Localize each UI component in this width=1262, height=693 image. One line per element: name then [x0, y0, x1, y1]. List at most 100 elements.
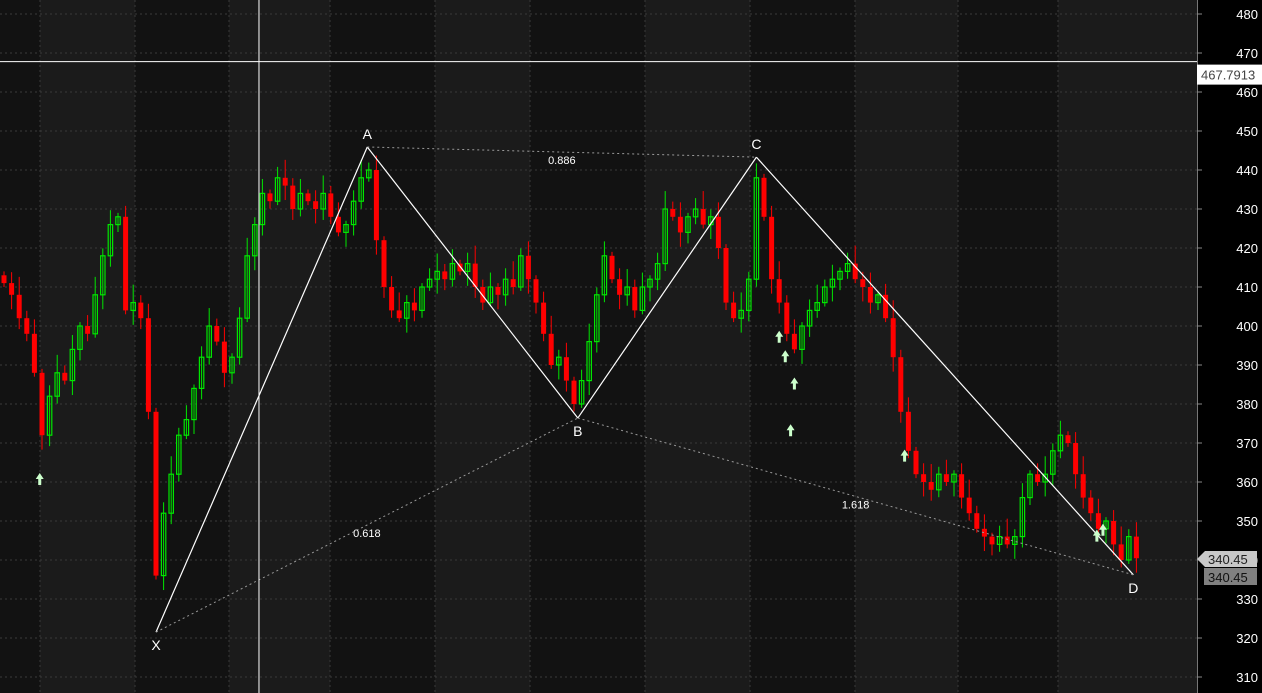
ratio-label: 1.618	[842, 499, 870, 511]
y-tick-label: 380	[1236, 397, 1258, 412]
background-band	[229, 0, 330, 693]
candle-body-down	[335, 216, 341, 233]
candle-body-down	[510, 279, 516, 287]
candlestick-chart[interactable]: 480 470 460 450 440 430 420 410 400 390 380 370 360 3…	[0, 0, 1262, 693]
candle-body-down	[373, 170, 379, 241]
candle-body-down	[305, 193, 311, 202]
candle-body-down	[548, 333, 554, 365]
candle-body-down	[1035, 474, 1041, 482]
candle-body-down	[1004, 536, 1010, 545]
y-tick-label: 420	[1236, 241, 1258, 256]
background-band	[435, 0, 530, 693]
pattern-point-label: A	[363, 126, 373, 142]
candle-body-down	[411, 302, 417, 311]
background-band	[855, 0, 958, 693]
candle-body-down	[974, 513, 980, 529]
candle-body-down	[9, 283, 15, 295]
candle-body-down	[495, 287, 501, 295]
candle-body-down	[617, 279, 623, 295]
candle-body-down	[776, 279, 782, 303]
candle-body-down	[890, 318, 896, 358]
candle-body-down	[290, 185, 296, 209]
pattern-point-label: D	[1128, 580, 1138, 596]
candle-body-down	[966, 497, 972, 514]
candle-body-down	[267, 193, 273, 202]
candle-body-down	[1073, 443, 1079, 475]
candle-body-down	[867, 287, 873, 303]
candle-body-down	[389, 287, 395, 311]
candle-body-down	[153, 411, 159, 576]
candle-body-down	[959, 474, 965, 498]
candle[interactable]	[723, 244, 729, 311]
candle-body-down	[898, 357, 904, 412]
y-tick-label: 430	[1236, 202, 1258, 217]
ratio-label: 0.886	[548, 155, 576, 167]
y-tick-label: 480	[1236, 7, 1258, 22]
candle-body-down	[214, 326, 220, 342]
y-tick-label: 440	[1236, 163, 1258, 178]
candle-body-down	[1133, 536, 1139, 559]
candle-body-down	[381, 240, 387, 287]
candle-body-down	[723, 248, 729, 303]
candle-body-down	[769, 216, 775, 280]
candle[interactable]	[761, 173, 767, 221]
price-axis[interactable]	[1197, 0, 1262, 693]
candle[interactable]	[123, 205, 129, 315]
candle-body-down	[700, 209, 706, 225]
candle-body-down	[85, 326, 91, 334]
background-band	[958, 0, 1058, 693]
background-band	[330, 0, 435, 693]
candle-body-down	[784, 302, 790, 334]
candle-body-down	[24, 318, 30, 334]
pattern-point-label: B	[573, 423, 582, 439]
last-price-label: 340.45	[1208, 552, 1248, 567]
y-tick-label: 350	[1236, 514, 1258, 529]
pattern-point-label: C	[751, 136, 761, 152]
candle-body-down	[670, 209, 676, 217]
y-tick-label: 320	[1236, 631, 1258, 646]
candle-body-down	[282, 177, 288, 186]
candle-body-down	[16, 294, 22, 319]
y-tick-label: 400	[1236, 319, 1258, 334]
candle-body-down	[62, 372, 68, 381]
candle-body-down	[571, 380, 577, 404]
candle[interactable]	[913, 446, 919, 479]
candle-body-down	[609, 255, 615, 280]
candle-body-down	[39, 372, 45, 436]
candle-body-down	[677, 216, 683, 233]
y-tick-label: 390	[1236, 358, 1258, 373]
candle-body-down	[123, 216, 129, 311]
candle-body-down	[563, 357, 569, 381]
candle-body-down	[1111, 521, 1117, 545]
background-band	[40, 0, 135, 693]
y-tick-label: 470	[1236, 46, 1258, 61]
candle-body-down	[989, 536, 995, 545]
candle-body-down	[1080, 474, 1086, 498]
y-tick-label: 450	[1236, 124, 1258, 139]
candle[interactable]	[609, 251, 615, 284]
candle-body-down	[943, 474, 949, 482]
y-tick-label: 310	[1236, 670, 1258, 685]
candle[interactable]	[145, 303, 151, 420]
candle-body-down	[731, 302, 737, 319]
y-tick-label: 370	[1236, 436, 1258, 451]
candle-body-down	[396, 310, 402, 319]
y-tick-label: 360	[1236, 475, 1258, 490]
candle[interactable]	[153, 407, 159, 580]
crosshair-price-label: 467.7913	[1201, 68, 1255, 83]
candle-body-down	[632, 287, 638, 311]
background-band	[645, 0, 750, 693]
candle-body-down	[928, 482, 934, 490]
candle-body-down	[145, 318, 151, 412]
candle-body-down	[31, 333, 37, 373]
candle-body-down	[1088, 497, 1094, 514]
candle-body-down	[1065, 435, 1071, 443]
close-price-label: 340.45	[1208, 570, 1248, 585]
candle-body-down	[913, 450, 919, 475]
candle-body-down	[541, 302, 547, 334]
candle[interactable]	[373, 155, 379, 255]
ratio-label: 0.618	[353, 528, 381, 540]
candle-body-down	[1118, 544, 1124, 560]
candle[interactable]	[898, 349, 904, 423]
candle-body-down	[921, 474, 927, 482]
